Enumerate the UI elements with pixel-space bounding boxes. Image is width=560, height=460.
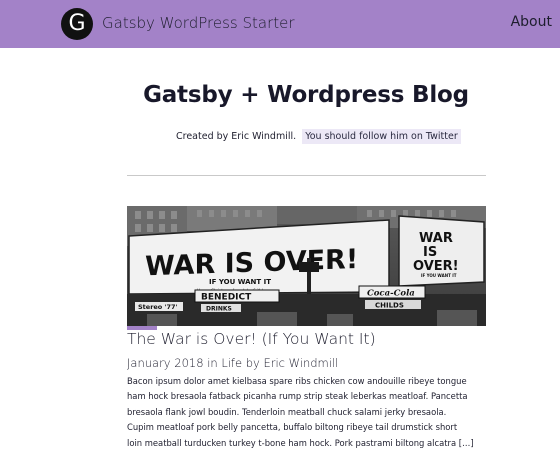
nav-about-link[interactable]: About (511, 14, 552, 30)
excerpt-line: Bacon ipsum dolor amet kielbasa spare ri… (127, 376, 467, 386)
post-excerpt: Bacon ipsum dolor amet kielbasa spare ri… (127, 374, 489, 451)
billboard-sub-text: IF YOU WANT IT (209, 278, 271, 286)
excerpt-line: loin meatball turducken turkey t-bone ha… (127, 437, 474, 448)
side-billboard-line-3: OVER! (413, 259, 459, 274)
gatsby-logo-icon[interactable]: G (61, 8, 93, 40)
excerpt-line: bresaola flank jowl boudin. Tenderloin m… (127, 406, 447, 417)
side-billboard-line-1: WAR (419, 231, 453, 246)
drinks-sign-text: DRINKS (206, 306, 232, 313)
excerpt-line: ham hock bresaola fatback picanha rump s… (127, 391, 468, 402)
site-header: G Gatsby WordPress Starter About (0, 0, 560, 48)
site-title-link[interactable]: Gatsby WordPress Starter (102, 14, 295, 32)
store-sign-text: BENEDICT (201, 293, 252, 303)
childs-sign-text: CHILDS (375, 302, 404, 310)
post-author-link[interactable]: Eric Windmill (263, 356, 338, 370)
stereo-sign-text: Stereo '77' (138, 303, 178, 311)
post-date: January 2018 (127, 356, 204, 370)
bio-text: Created by Eric Windmill. (176, 131, 297, 142)
side-billboard-line-2: IS (423, 245, 437, 260)
war-is-over-billboard-photo: WAR IS OVER! IF YOU WANT IT Happy Christ… (127, 206, 486, 326)
post-meta: January 2018 in Life by Eric Windmill (127, 356, 338, 370)
meta-by-word: by (245, 356, 260, 370)
post-title-link[interactable]: The War is Over! (If You Want It) (127, 330, 376, 348)
post-category-link[interactable]: Life (221, 356, 242, 370)
side-billboard-sub: IF YOU WANT IT (421, 273, 457, 278)
coke-sign-text: Coca-Cola (367, 289, 415, 299)
page-title: Gatsby + Wordpress Blog (143, 82, 469, 108)
twitter-link[interactable]: You should follow him on Twitter (302, 129, 461, 144)
divider (127, 175, 486, 176)
post-featured-image[interactable]: WAR IS OVER! IF YOU WANT IT Happy Christ… (127, 206, 486, 326)
meta-in-word: in (207, 356, 218, 370)
author-bio: Created by Eric Windmill. You should fol… (176, 129, 461, 144)
excerpt-line: Cupim meatloaf pork belly pancetta, buff… (127, 422, 458, 433)
